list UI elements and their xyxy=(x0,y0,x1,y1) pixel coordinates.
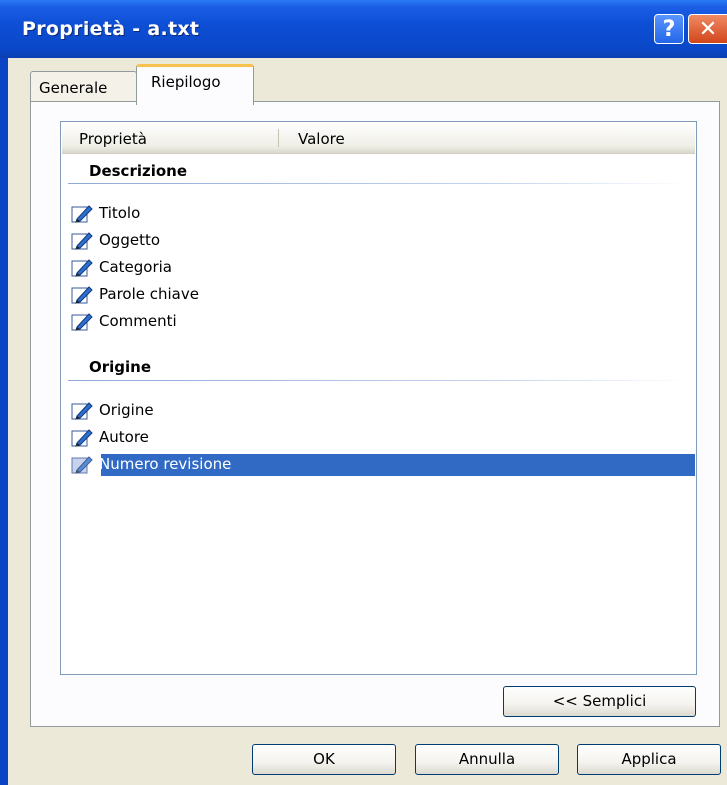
group-divider xyxy=(68,380,688,381)
list-item-label: Commenti xyxy=(99,312,177,330)
tab-summary[interactable]: Riepilogo xyxy=(136,64,254,105)
group-header-description: Descrizione xyxy=(89,162,188,180)
tab-general-label: Generale xyxy=(39,79,108,97)
list-item[interactable]: Autore xyxy=(71,427,271,449)
simple-view-button[interactable]: << Semplici xyxy=(503,686,696,717)
edit-property-icon xyxy=(71,313,93,331)
close-button[interactable]: ✕ xyxy=(688,14,727,44)
window-title: Proprietà - a.txt xyxy=(22,18,200,40)
edit-property-icon xyxy=(71,456,93,474)
edit-property-icon xyxy=(71,429,93,447)
list-item-label: Parole chiave xyxy=(99,285,199,303)
edit-property-icon xyxy=(71,232,93,250)
list-item-label: Oggetto xyxy=(99,231,161,249)
list-item[interactable]: Categoria xyxy=(71,257,271,279)
column-header-value[interactable]: Valore xyxy=(298,130,345,148)
cancel-button[interactable]: Annulla xyxy=(415,744,559,775)
edit-property-icon xyxy=(71,259,93,277)
edit-property-icon xyxy=(71,205,93,223)
property-list[interactable]: Proprietà Valore Descrizione Titolo Ogge… xyxy=(60,121,697,675)
edit-property-icon xyxy=(71,286,93,304)
list-item[interactable]: Oggetto xyxy=(71,230,271,252)
title-bar[interactable]: Proprietà - a.txt ? ✕ xyxy=(0,0,727,58)
list-item-label: Categoria xyxy=(99,258,173,276)
tab-summary-label: Riepilogo xyxy=(151,73,221,91)
list-item-label: Autore xyxy=(99,428,149,446)
edit-property-icon xyxy=(71,402,93,420)
list-item-label: Origine xyxy=(99,401,154,419)
list-item[interactable]: Titolo xyxy=(71,203,271,225)
help-button[interactable]: ? xyxy=(654,14,684,44)
list-item[interactable]: Parole chiave xyxy=(71,284,271,306)
list-item-selected[interactable]: Numero revisione xyxy=(71,454,691,476)
apply-button[interactable]: Applica xyxy=(577,744,721,775)
column-header-property[interactable]: Proprietà xyxy=(79,130,147,148)
window-border xyxy=(0,58,8,785)
group-divider xyxy=(68,183,688,184)
column-divider[interactable] xyxy=(278,129,279,147)
list-item-label: Numero revisione xyxy=(99,455,232,473)
list-item-label: Titolo xyxy=(99,204,141,222)
group-header-origin: Origine xyxy=(89,358,152,376)
list-item[interactable]: Origine xyxy=(71,400,271,422)
tab-general[interactable]: Generale xyxy=(30,71,137,102)
list-header: Proprietà Valore xyxy=(62,123,695,154)
ok-button[interactable]: OK xyxy=(252,744,396,775)
list-item[interactable]: Commenti xyxy=(71,311,271,333)
